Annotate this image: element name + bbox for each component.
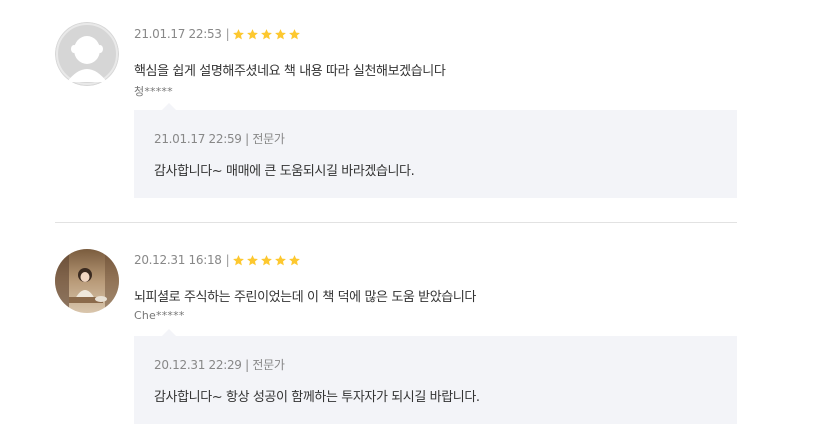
star-icon (247, 28, 259, 39)
star-icon (275, 28, 287, 39)
review-meta: 21.01.17 22:53 | (134, 27, 301, 41)
meta-separator: | (225, 27, 230, 41)
review-date: 20.12.31 16:18 (134, 253, 222, 267)
reply-role: 전문가 (252, 132, 285, 146)
review-author: 청***** (134, 85, 173, 98)
reply-text: 감사합니다~ 매매에 큰 도움되시길 바라겠습니다. (154, 164, 415, 179)
review-meta: 20.12.31 16:18 | (134, 253, 301, 267)
photo-avatar-icon (55, 249, 119, 313)
default-avatar-icon (55, 22, 119, 86)
star-icon (275, 254, 287, 265)
seller-reply: 20.12.31 22:29 | 전문가 감사합니다~ 항상 성공이 함께하는 … (134, 329, 737, 424)
star-rating (232, 254, 301, 267)
seller-reply: 21.01.17 22:59 | 전문가 감사합니다~ 매매에 큰 도움되시길 … (134, 103, 737, 198)
meta-separator: | (225, 253, 230, 267)
star-icon (233, 28, 245, 39)
reply-meta: 21.01.17 22:59 | 전문가 (154, 130, 285, 147)
star-icon (261, 28, 273, 39)
reply-meta: 20.12.31 22:29 | 전문가 (154, 356, 285, 373)
reply-role: 전문가 (252, 358, 285, 372)
reply-date: 20.12.31 22:29 (154, 358, 242, 372)
reply-date: 21.01.17 22:59 (154, 132, 242, 146)
review-divider (55, 222, 737, 223)
reply-text: 감사합니다~ 항상 성공이 함께하는 투자자가 되시길 바랍니다. (154, 390, 480, 405)
star-icon (233, 254, 245, 265)
review-date: 21.01.17 22:53 (134, 27, 222, 41)
star-icon (261, 254, 273, 265)
review-text: 뇌피셜로 주식하는 주린이었는데 이 책 덕에 많은 도움 받았습니다 (134, 290, 476, 305)
star-icon (289, 28, 301, 39)
review-text: 핵심을 쉽게 설명해주셨네요 책 내용 따라 실천해보겠습니다 (134, 64, 446, 79)
star-rating (232, 28, 301, 41)
star-icon (247, 254, 259, 265)
star-icon (289, 254, 301, 265)
review-author: Che***** (134, 309, 185, 322)
